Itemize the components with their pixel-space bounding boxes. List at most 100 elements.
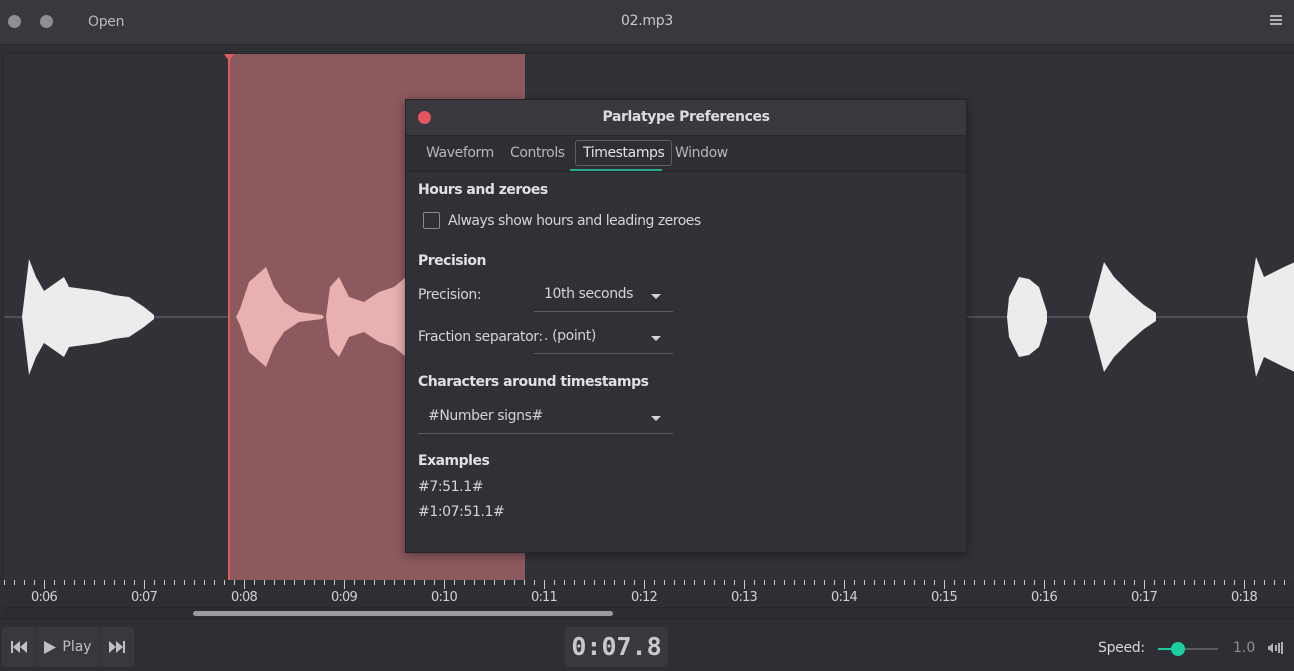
window-close-button[interactable]: [8, 15, 21, 28]
waveform-segment: [236, 267, 324, 367]
ruler-major-tick: [544, 580, 545, 589]
ruler-minor-tick: [554, 580, 555, 585]
hours-checkbox-row[interactable]: Always show hours and leading zeroes: [423, 212, 701, 229]
ruler-minor-tick: [974, 580, 975, 585]
ruler-minor-tick: [114, 580, 115, 585]
horizontal-scrollbar[interactable]: [3, 607, 1294, 617]
ruler-minor-tick: [224, 580, 225, 585]
characters-heading: Characters around timestamps: [418, 374, 649, 390]
skip-back-button[interactable]: [2, 627, 37, 667]
speed-value: 1.0: [1233, 640, 1256, 656]
ruler-label: 0:12: [631, 590, 658, 605]
ruler-minor-tick: [1134, 580, 1135, 585]
ruler-label: 0:09: [331, 590, 358, 605]
ruler-minor-tick: [564, 580, 565, 585]
skip-back-icon: [11, 641, 27, 653]
scrollbar-thumb[interactable]: [193, 611, 613, 616]
ruler-minor-tick: [274, 580, 275, 585]
example-short: #7:51.1#: [418, 479, 484, 495]
ruler-minor-tick: [154, 580, 155, 585]
ruler-minor-tick: [1034, 580, 1035, 585]
always-show-hours-checkbox[interactable]: [423, 212, 440, 229]
ruler-minor-tick: [424, 580, 425, 585]
ruler-minor-tick: [874, 580, 875, 585]
waveform-segment: [22, 259, 154, 375]
playback-cursor[interactable]: [228, 54, 230, 581]
preferences-dialog: Parlatype Preferences Waveform Controls …: [405, 99, 967, 553]
ruler-minor-tick: [324, 580, 325, 585]
ruler-minor-tick: [54, 580, 55, 585]
ruler-minor-tick: [724, 580, 725, 585]
ruler-label: 0:14: [831, 590, 858, 605]
examples-heading: Examples: [418, 453, 490, 469]
ruler-minor-tick: [584, 580, 585, 585]
ruler-minor-tick: [1024, 580, 1025, 585]
ruler-minor-tick: [1084, 580, 1085, 585]
ruler-major-tick: [844, 580, 845, 589]
time-ruler: 0:06 0:07 0:08 0:09 0:10 0:11 0:12 0:13 0:14 0:15…: [3, 580, 1294, 607]
skip-forward-button[interactable]: [100, 627, 134, 667]
ruler-major-tick: [144, 580, 145, 589]
ruler-minor-tick: [304, 580, 305, 585]
time-display[interactable]: 0:07.8: [565, 627, 668, 667]
ruler-minor-tick: [434, 580, 435, 585]
ruler-minor-tick: [504, 580, 505, 585]
window-minimize-button[interactable]: [40, 15, 53, 28]
precision-dropdown[interactable]: 10th seconds: [534, 282, 673, 312]
ruler-minor-tick: [94, 580, 95, 585]
ruler-minor-tick: [84, 580, 85, 585]
ruler-label: 0:13: [731, 590, 758, 605]
ruler-minor-tick: [1104, 580, 1105, 585]
ruler-minor-tick: [234, 580, 235, 585]
ruler-minor-tick: [1194, 580, 1195, 585]
open-button[interactable]: Open: [80, 8, 132, 36]
waveform-segment: [326, 277, 406, 357]
ruler-minor-tick: [374, 580, 375, 585]
ruler-minor-tick: [824, 580, 825, 585]
ruler-minor-tick: [284, 580, 285, 585]
ruler-minor-tick: [464, 580, 465, 585]
speed-slider[interactable]: [1158, 642, 1218, 656]
ruler-minor-tick: [494, 580, 495, 585]
ruler-minor-tick: [734, 580, 735, 585]
ruler-minor-tick: [774, 580, 775, 585]
tab-window[interactable]: Window: [668, 140, 735, 166]
volume-icon[interactable]: [1268, 642, 1284, 654]
ruler-minor-tick: [894, 580, 895, 585]
hamburger-menu-icon[interactable]: [1270, 15, 1282, 27]
ruler-minor-tick: [924, 580, 925, 585]
cursor-marker-icon[interactable]: [224, 54, 234, 61]
skip-forward-icon: [109, 641, 125, 653]
ruler-minor-tick: [914, 580, 915, 585]
speed-label: Speed:: [1098, 640, 1145, 656]
chevron-down-icon: [651, 336, 661, 341]
ruler-minor-tick: [814, 580, 815, 585]
fraction-separator-dropdown[interactable]: . (point): [534, 324, 673, 354]
ruler-label: 0:16: [1031, 590, 1058, 605]
waveform-segment: [1247, 257, 1294, 377]
ruler-minor-tick: [1234, 580, 1235, 585]
ruler-major-tick: [1144, 580, 1145, 589]
ruler-minor-tick: [514, 580, 515, 585]
ruler-minor-tick: [684, 580, 685, 585]
characters-dropdown[interactable]: #Number signs#: [418, 404, 673, 434]
ruler-minor-tick: [934, 580, 935, 585]
ruler-minor-tick: [1154, 580, 1155, 585]
ruler-minor-tick: [964, 580, 965, 585]
ruler-minor-tick: [534, 580, 535, 585]
ruler-label: 0:18: [1231, 590, 1258, 605]
always-show-hours-label[interactable]: Always show hours and leading zeroes: [448, 213, 701, 229]
ruler-major-tick: [344, 580, 345, 589]
ruler-minor-tick: [954, 580, 955, 585]
ruler-minor-tick: [1064, 580, 1065, 585]
ruler-minor-tick: [1254, 580, 1255, 585]
tab-controls[interactable]: Controls: [503, 140, 572, 166]
ruler-minor-tick: [204, 580, 205, 585]
speed-slider-knob[interactable]: [1170, 642, 1185, 656]
ruler-minor-tick: [1224, 580, 1225, 585]
ruler-minor-tick: [764, 580, 765, 585]
ruler-minor-tick: [624, 580, 625, 585]
tab-waveform[interactable]: Waveform: [419, 140, 501, 166]
tab-timestamps[interactable]: Timestamps: [575, 140, 673, 166]
play-button[interactable]: Play: [37, 627, 100, 667]
